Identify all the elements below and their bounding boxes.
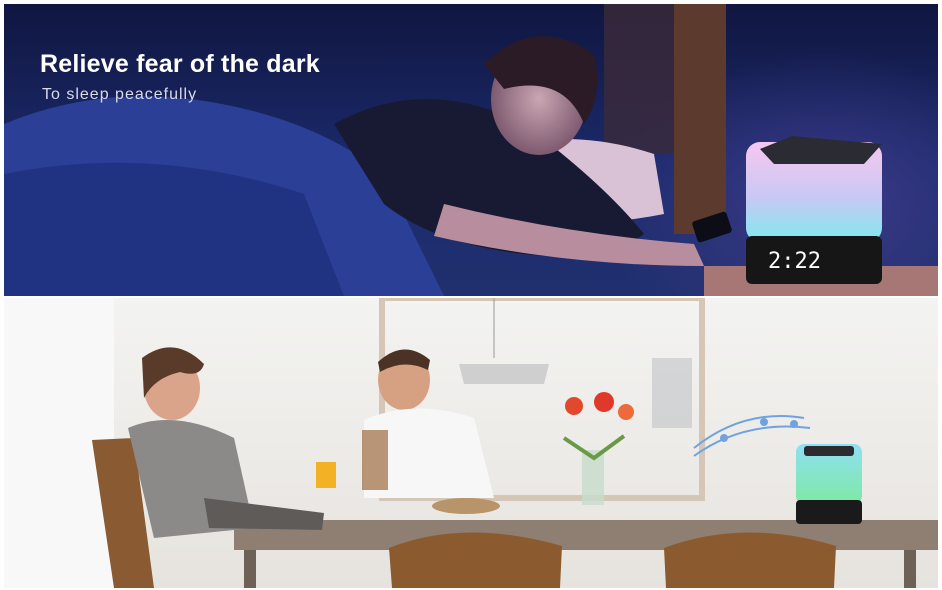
music-notes-graphic [693, 415, 811, 457]
bedroom-night-photo: 2:22 Relieve fear of the dark To sleep p… [4, 4, 938, 296]
pendant-light [459, 364, 549, 384]
chair-front-1 [389, 532, 562, 588]
bedpost [674, 4, 726, 234]
headline: Relieve fear of the dark [40, 50, 320, 78]
lamp-clock-display: 2:22 [768, 249, 821, 274]
bedroom-scene-illustration: 2:22 [4, 4, 938, 296]
plate [432, 498, 500, 514]
subline: To sleep peacefully [42, 86, 198, 103]
orange-juice-glass [316, 462, 336, 488]
night-light-speaker-lamp: 2:22 [746, 136, 882, 284]
woman [128, 347, 324, 538]
french-press [362, 430, 388, 490]
night-light-speaker-lamp-glowing [796, 444, 862, 524]
dining-scene-illustration [4, 298, 938, 588]
chair-front-2 [664, 532, 836, 588]
dining-room-photo [4, 298, 938, 588]
flower-vase [562, 392, 634, 505]
